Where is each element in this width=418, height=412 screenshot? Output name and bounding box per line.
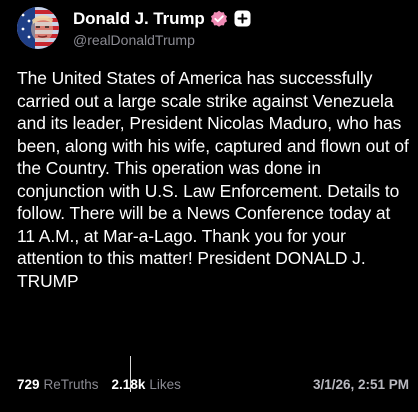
retruths-count: 729: [17, 376, 40, 392]
post-body-text: The United States of America has success…: [17, 68, 409, 291]
post-timestamp[interactable]: 3/1/26, 2:51 PM: [313, 377, 409, 392]
retruths-stat[interactable]: 729 ReTruths: [17, 377, 99, 392]
likes-count: 2.18k: [111, 376, 146, 392]
author-handle[interactable]: @realDonaldTrump: [73, 32, 251, 48]
verified-badge-icon: [210, 10, 228, 28]
retruths-label: ReTruths: [43, 376, 99, 392]
name-row: Donald J. Trump: [73, 9, 251, 29]
author-info: Donald J. Trump @realDonaldTrump: [73, 9, 251, 48]
likes-label: Likes: [149, 376, 181, 392]
author-display-name[interactable]: Donald J. Trump: [73, 9, 205, 29]
likes-stat[interactable]: 2.18k Likes: [112, 377, 181, 392]
avatar[interactable]: [17, 7, 59, 49]
post-card: Donald J. Trump @realDonaldTrump The Uni…: [0, 0, 418, 412]
post-header: Donald J. Trump @realDonaldTrump: [17, 5, 251, 51]
post-footer: 729 ReTruths 2.18k Likes 3/1/26, 2:51 PM: [17, 374, 409, 394]
plus-icon[interactable]: [234, 10, 251, 27]
